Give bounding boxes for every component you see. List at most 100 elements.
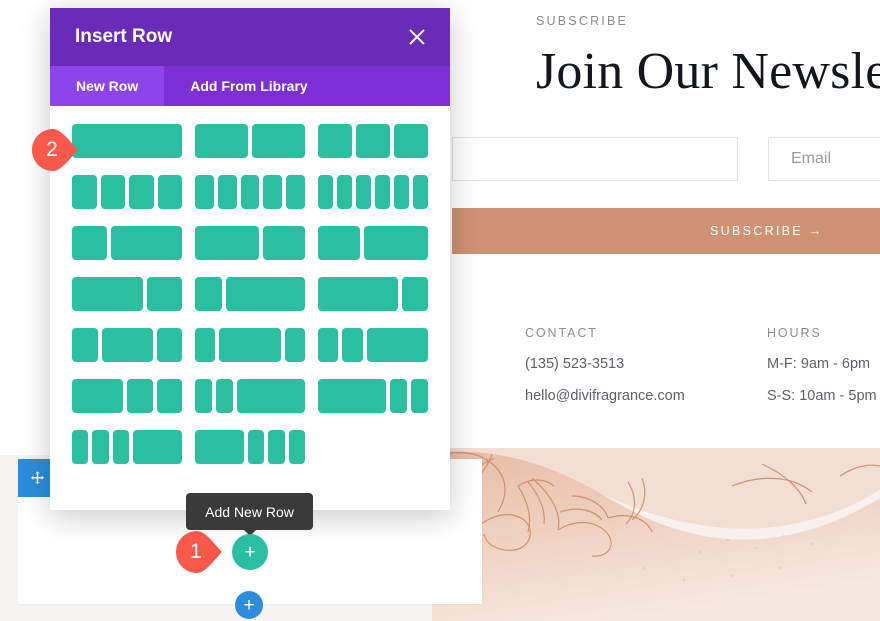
plus-icon: + (244, 541, 256, 563)
contact-email: hello@divifragrance.com (525, 388, 685, 404)
tooltip-label: Add New Row (205, 503, 294, 520)
layout-column (288, 430, 305, 464)
layout-column (195, 226, 259, 260)
layout-column (286, 175, 305, 209)
layout-column (366, 328, 429, 362)
layout-column (318, 379, 386, 413)
layout-column (252, 124, 305, 158)
plus-icon: + (243, 594, 255, 616)
layout-column (156, 379, 182, 413)
modal-tabs: New Row Add From Library (50, 66, 450, 106)
step-marker-2: 2 (32, 129, 78, 171)
subscribe-button[interactable]: SUBSCRIBE → (452, 208, 880, 254)
name-input[interactable] (452, 137, 738, 181)
layout-option-three-quarters-one-quarter[interactable] (318, 277, 428, 311)
layout-column (284, 328, 306, 362)
layout-option-two-thirds-sixth-sixth[interactable] (318, 379, 428, 413)
layout-column (156, 328, 182, 362)
layout-column (375, 175, 390, 209)
layout-option-one-third-two-thirds[interactable] (72, 226, 182, 260)
hours-weekday: M-F: 9am - 6pm (767, 356, 871, 372)
layout-column (112, 430, 129, 464)
layout-column (263, 175, 283, 209)
layout-column (72, 328, 98, 362)
layout-column (318, 124, 352, 158)
layout-column (356, 124, 390, 158)
layout-option-three-fifths-two-fifths[interactable] (195, 226, 305, 260)
layout-column (72, 124, 182, 158)
layout-column (364, 226, 428, 260)
layout-column (195, 277, 222, 311)
layout-option-quarter-half-quarter[interactable] (72, 328, 182, 362)
layout-option-fifth-three-fifths-fifth[interactable] (195, 328, 306, 362)
newsletter-eyebrow: SUBSCRIBE (536, 14, 629, 28)
step-marker-1: 1 (176, 531, 222, 573)
modal-header: Insert Row (50, 8, 450, 66)
layout-column (394, 124, 428, 158)
layout-option-1-column[interactable] (72, 124, 182, 158)
layout-column (92, 430, 109, 464)
layout-option-two-thirds-one-third[interactable] (72, 277, 182, 311)
layout-column (195, 379, 212, 413)
layout-option-one-quarter-three-quarters[interactable] (195, 277, 305, 311)
layout-column (318, 328, 339, 362)
layout-option-3-column[interactable] (318, 124, 428, 158)
layout-column (72, 430, 89, 464)
layout-column (195, 430, 244, 464)
layout-column (248, 430, 265, 464)
layout-column (101, 328, 153, 362)
layout-column (72, 379, 123, 413)
layout-column (225, 277, 305, 311)
newsletter-headline: Join Our Newsle (536, 43, 880, 100)
step-marker-1-label: 1 (190, 540, 202, 563)
layout-column (111, 226, 182, 260)
layout-column (195, 328, 216, 362)
subscribe-button-label: SUBSCRIBE → (710, 224, 824, 238)
close-button[interactable] (406, 26, 428, 48)
modal-title: Insert Row (75, 26, 173, 47)
layout-column (411, 379, 428, 413)
layout-column (195, 124, 248, 158)
layout-column (195, 175, 214, 209)
email-input[interactable]: Email (768, 137, 880, 181)
layout-column (413, 175, 428, 209)
add-section-button[interactable]: + (235, 591, 263, 619)
layout-option-4-column[interactable] (72, 175, 182, 209)
step-marker-2-label: 2 (46, 138, 58, 161)
layout-column (318, 175, 333, 209)
layout-option-sixth-sixth-sixth-half[interactable] (72, 430, 182, 464)
layout-column (129, 175, 154, 209)
contact-heading: CONTACT (525, 326, 598, 340)
layout-column (237, 379, 305, 413)
layout-option-sixth-sixth-two-thirds[interactable] (195, 379, 305, 413)
layout-column (217, 175, 237, 209)
layout-option-half-quarter-quarter[interactable] (72, 379, 182, 413)
layout-column (337, 175, 352, 209)
layout-column (240, 175, 260, 209)
hours-heading: HOURS (767, 326, 822, 340)
layout-column (318, 226, 361, 260)
layout-option-fifth-fifth-three-fifths[interactable] (318, 328, 429, 362)
tab-new-row[interactable]: New Row (50, 66, 165, 106)
layout-option-2-column[interactable] (195, 124, 305, 158)
layout-option-6-column[interactable] (318, 175, 428, 209)
tab-add-from-library[interactable]: Add From Library (164, 66, 333, 106)
layout-option-half-sixth-sixth-sixth[interactable] (195, 430, 305, 464)
add-row-button[interactable]: + (232, 534, 268, 570)
row-layout-grid (50, 106, 450, 481)
layout-column (216, 379, 233, 413)
layout-column (132, 430, 182, 464)
add-new-row-tooltip: Add New Row (186, 493, 313, 536)
close-icon (409, 29, 425, 45)
layout-option-two-fifths-three-fifths[interactable] (318, 226, 428, 260)
layout-option-5-column[interactable] (195, 175, 305, 209)
layout-column (219, 328, 281, 362)
layout-column (72, 175, 97, 209)
layout-column (394, 175, 409, 209)
layout-column (72, 226, 108, 260)
layout-column (146, 277, 182, 311)
layout-column (72, 277, 143, 311)
floral-decoration (432, 448, 880, 621)
layout-column (100, 175, 125, 209)
move-icon (30, 470, 44, 484)
